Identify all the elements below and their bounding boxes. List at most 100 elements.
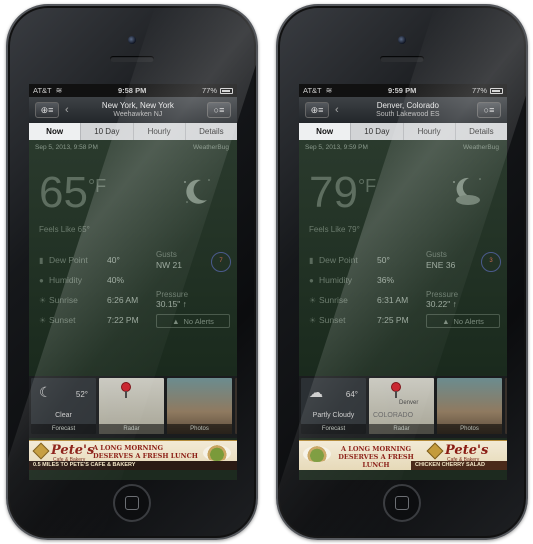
location-title: Denver, Colorado South Lakewood ES — [339, 100, 477, 118]
feels-like: Feels Like 65° — [39, 225, 90, 234]
feels-like: Feels Like 79° — [309, 225, 360, 234]
droplet-icon: ● — [309, 275, 314, 285]
location-city: New York, New York — [101, 100, 174, 110]
moon-cloud-icon — [453, 177, 481, 205]
locations-button[interactable]: ⊕≡ — [35, 102, 59, 118]
wind-compass-icon: 3 — [481, 252, 501, 272]
phone-right: AT&T ≋ 9:59 PM 77% ⊕≡ ‹ Denver, Colorado… — [276, 4, 528, 540]
current-temperature: 65°F — [39, 168, 106, 218]
nav-bar: ⊕≡ ‹ Denver, Colorado South Lakewood ES … — [299, 97, 507, 123]
phone-left: AT&T ≋ 9:58 PM 77% ⊕≡ ‹ New York, New Yo… — [6, 4, 258, 540]
droplet-icon: ● — [39, 275, 44, 285]
tab-now[interactable]: Now — [29, 123, 82, 140]
stat-sunrise: ☀ Sunrise 6:31 AM — [309, 295, 409, 305]
more-card[interactable] — [505, 378, 507, 434]
temp-value: 65 — [39, 168, 88, 217]
status-bar: AT&T ≋ 9:59 PM 77% — [299, 84, 507, 97]
cards-strip: ☁ 64° Partly Cloudy Forecast Denver COLO… — [299, 376, 507, 438]
ad-slogan: A LONG MORNING DESERVES A FRESH LUNCH — [93, 444, 198, 461]
earpiece-speaker — [380, 56, 424, 62]
map-state-label: COLORADO — [373, 412, 414, 419]
radar-card[interactable]: Denver COLORADO Radar — [369, 378, 434, 434]
wifi-icon: ≋ — [55, 86, 63, 95]
ad-banner[interactable]: A LONG MORNING DESERVES A FRESH LUNCH Pe… — [299, 440, 507, 470]
tab-bar: Now 10 Day Hourly Details — [29, 123, 237, 140]
current-temperature: 79°F — [309, 168, 376, 218]
status-bar: AT&T ≋ 9:58 PM 77% — [29, 84, 237, 97]
tab-10-day[interactable]: 10 Day — [81, 123, 134, 140]
status-time: 9:59 PM — [387, 86, 417, 95]
earpiece-speaker — [110, 56, 154, 62]
tab-details[interactable]: Details — [456, 123, 507, 140]
sunset-icon: ☀ — [39, 315, 47, 325]
tab-hourly[interactable]: Hourly — [134, 123, 186, 140]
salad-image — [303, 446, 331, 462]
ad-banner[interactable]: Pete's Cafe & Bakery A LONG MORNING DESE… — [29, 440, 237, 470]
current-conditions: Sep 5, 2013, 9:58 PM WeatherBug 65°F Fee… — [29, 140, 237, 376]
home-button[interactable] — [113, 484, 151, 522]
forecast-card[interactable]: ☁ 64° Partly Cloudy Forecast — [301, 378, 366, 434]
stat-sunrise: ☀ Sunrise 6:26 AM — [39, 295, 139, 305]
locations-button[interactable]: ⊕≡ — [305, 102, 329, 118]
moon-icon: ☾ — [39, 384, 52, 400]
pressure: Pressure 30.15" ↑ — [156, 290, 189, 309]
wind-compass-icon: 7 — [211, 252, 231, 272]
weatherbug-logo: WeatherBug — [462, 144, 499, 151]
current-conditions: Sep 5, 2013, 9:59 PM WeatherBug 79°F Fee… — [299, 140, 507, 376]
location-title: New York, New York Weehawken NJ — [69, 100, 207, 118]
home-button[interactable] — [383, 484, 421, 522]
stat-sunset: ☀ Sunset 7:25 PM — [309, 315, 409, 325]
salad-image — [203, 445, 231, 461]
observation-date: Sep 5, 2013, 9:59 PM — [305, 144, 368, 151]
location-station: Weehawken NJ — [113, 110, 163, 118]
alerts-button[interactable]: ▲ No Alerts — [156, 314, 230, 328]
temp-value: 79 — [309, 168, 358, 217]
tab-now[interactable]: Now — [299, 123, 352, 140]
carrier-label: AT&T — [33, 86, 52, 95]
petes-logo: Pete's Cafe & Bakery — [426, 442, 488, 463]
observation-date: Sep 5, 2013, 9:58 PM — [35, 144, 98, 151]
carrier-label: AT&T — [303, 86, 322, 95]
temp-unit: °F — [357, 176, 377, 196]
tab-details[interactable]: Details — [186, 123, 237, 140]
map-pin-icon — [391, 382, 401, 398]
photos-card[interactable]: Photos — [437, 378, 502, 434]
map-city-label: Denver — [399, 400, 419, 406]
alerts-button[interactable]: ▲ No Alerts — [426, 314, 500, 328]
tab-10-day[interactable]: 10 Day — [351, 123, 404, 140]
cards-strip: ☾ 52° Clear Forecast Radar Photos — [29, 376, 237, 438]
wifi-icon: ≋ — [325, 86, 333, 95]
stats-list: ▮ Dew Point 50° ● Humidity 36% ☀ Sunrise 6:31 … — [309, 250, 429, 330]
map-pin-icon — [121, 382, 131, 398]
ad-slogan: A LONG MORNING DESERVES A FRESH LUNCH — [338, 445, 414, 470]
ad-item-strip: CHICKEN CHERRY SALAD — [411, 461, 507, 470]
tab-hourly[interactable]: Hourly — [404, 123, 456, 140]
stat-dew-point: ▮ Dew Point 40° — [39, 255, 120, 265]
more-card[interactable] — [235, 378, 237, 434]
radar-card[interactable]: Radar — [99, 378, 164, 434]
battery-percent: 77% — [471, 86, 487, 95]
thermometer-icon: ▮ — [39, 255, 44, 265]
menu-button[interactable]: ○≡ — [207, 102, 231, 118]
screen: AT&T ≋ 9:59 PM 77% ⊕≡ ‹ Denver, Colorado… — [299, 84, 507, 480]
stat-sunset: ☀ Sunset 7:22 PM — [39, 315, 139, 325]
tab-bar: Now 10 Day Hourly Details — [299, 123, 507, 140]
battery-icon — [220, 87, 233, 94]
warning-icon: ▲ — [172, 316, 180, 326]
nav-bar: ⊕≡ ‹ New York, New York Weehawken NJ ○≡ — [29, 97, 237, 123]
petes-logo: Pete's Cafe & Bakery — [32, 442, 94, 463]
status-time: 9:58 PM — [117, 86, 147, 95]
sunrise-icon: ☀ — [309, 295, 317, 305]
location-city: Denver, Colorado — [376, 100, 439, 110]
photos-card[interactable]: Photos — [167, 378, 232, 434]
forecast-card[interactable]: ☾ 52° Clear Forecast — [31, 378, 96, 434]
ad-distance-strip: 0.5 MILES TO PETE'S CAFE & BAKERY — [29, 461, 237, 470]
battery-icon — [490, 87, 503, 94]
menu-button[interactable]: ○≡ — [477, 102, 501, 118]
pressure: Pressure 30.22" ↑ — [426, 290, 459, 309]
thermometer-icon: ▮ — [309, 255, 314, 265]
stat-humidity: ● Humidity 36% — [309, 275, 395, 285]
sunrise-icon: ☀ — [39, 295, 47, 305]
stats-list: ▮ Dew Point 40° ● Humidity 40% ☀ Sunrise 6:26 … — [39, 250, 159, 330]
stat-dew-point: ▮ Dew Point 50° — [309, 255, 390, 265]
